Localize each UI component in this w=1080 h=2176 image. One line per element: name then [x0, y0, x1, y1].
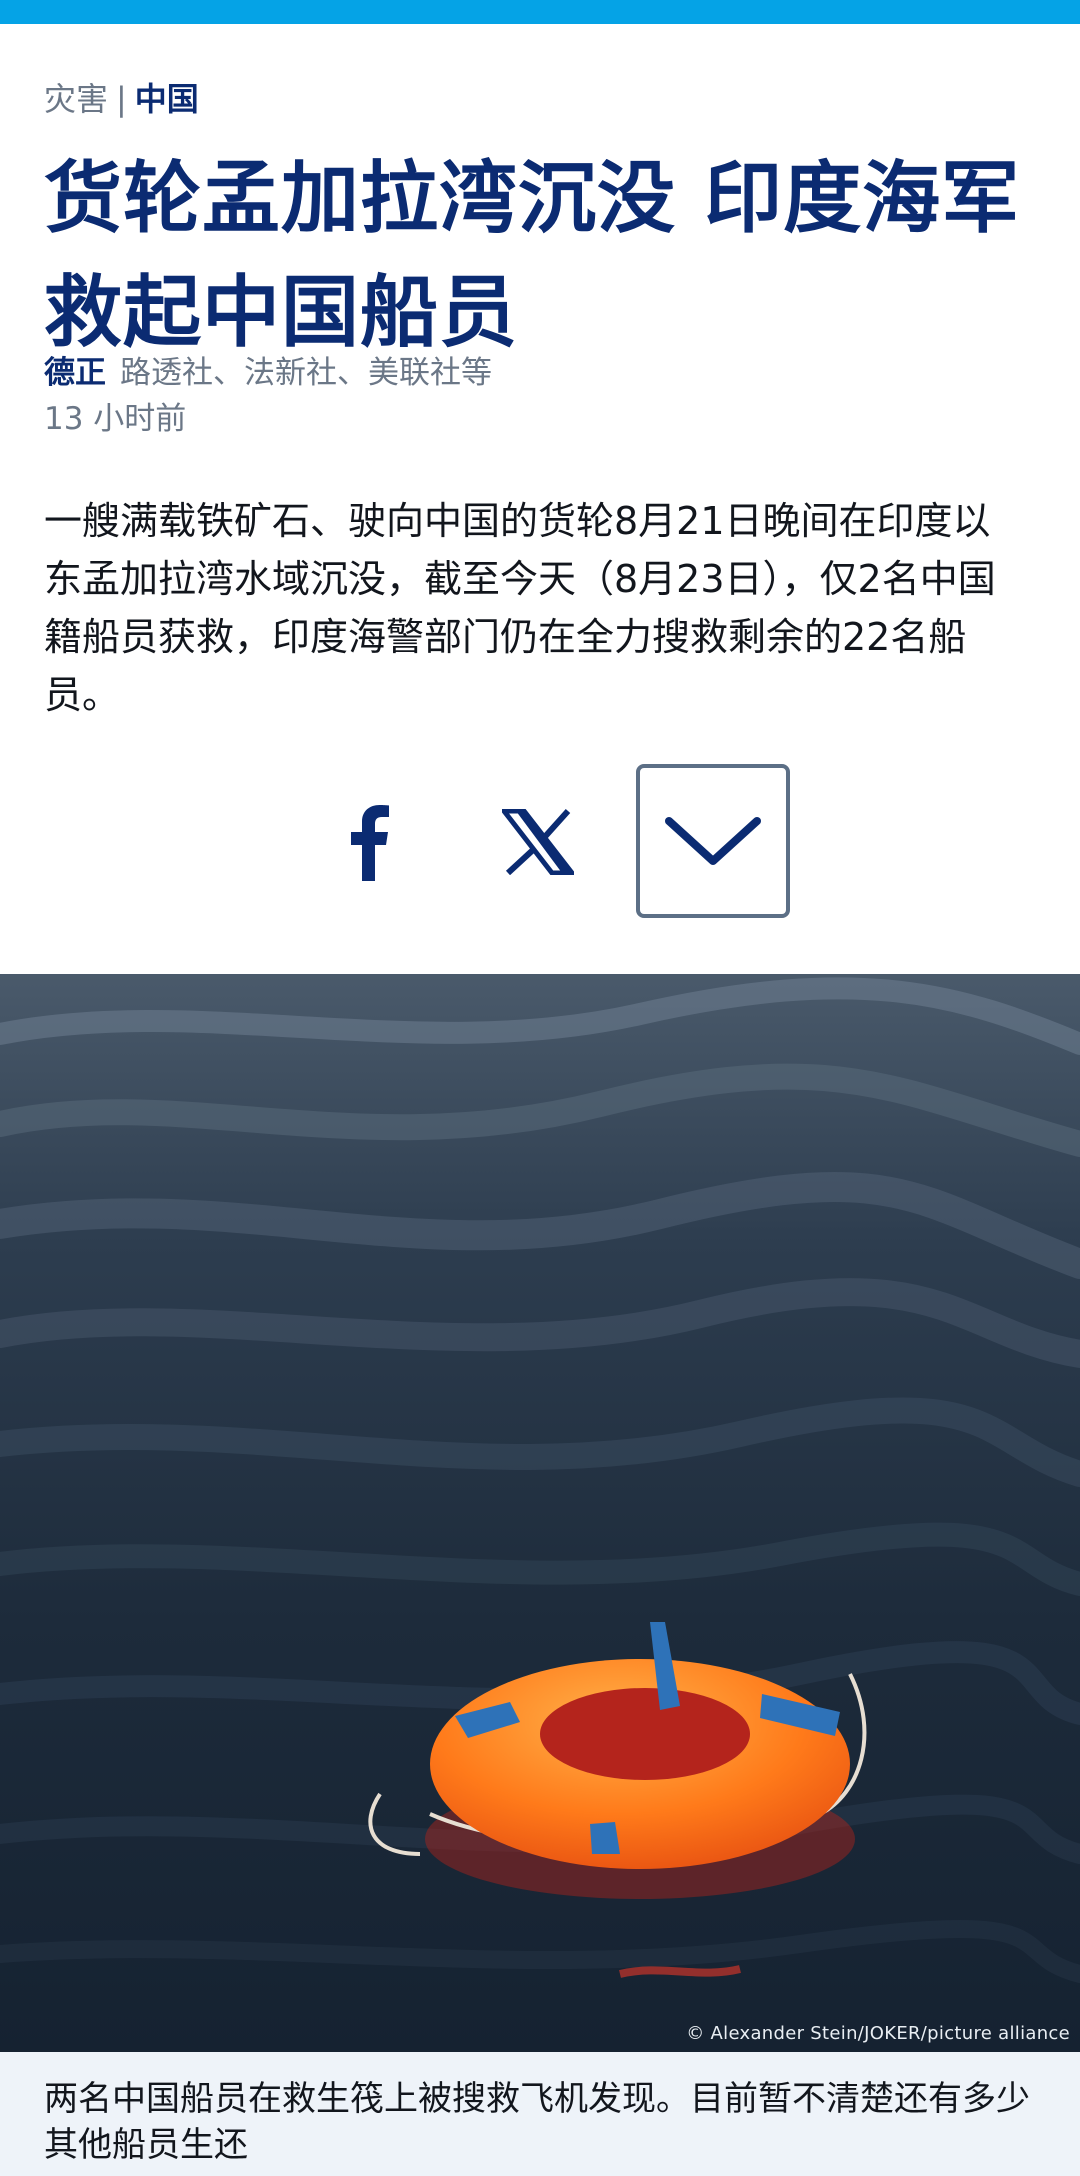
- breadcrumb-category[interactable]: 中国: [135, 80, 199, 118]
- share-x-button[interactable]: [490, 794, 586, 890]
- article-lead: 一艘满载铁矿石、驶向中国的货轮8月21日晚间在印度以东孟加拉湾水域沉没，截至今天…: [44, 499, 996, 717]
- author-name[interactable]: 德正: [44, 355, 106, 391]
- publish-time: 13 小时前: [44, 401, 187, 437]
- photo-credit: © Alexander Stein/JOKER/picture alliance: [686, 2023, 1070, 2044]
- sea-with-life-buoy-image: [0, 974, 1080, 2052]
- share-facebook-button[interactable]: [320, 794, 416, 890]
- photo-caption: 两名中国船员在救生筏上被搜救飞机发现。目前暂不清楚还有多少其他船员生还: [0, 2052, 1080, 2176]
- facebook-icon: [351, 805, 389, 881]
- byline: 德正 路透社、法新社、美联社等: [44, 350, 492, 396]
- share-more-button[interactable]: [636, 764, 790, 918]
- chevron-down-icon: [665, 817, 761, 865]
- breadcrumb: 灾害 | 中国: [44, 74, 199, 124]
- news-sources: 路透社、法新社、美联社等: [120, 355, 492, 391]
- photo-caption-text: 两名中国船员在救生筏上被搜救飞机发现。目前暂不清楚还有多少其他船员生还: [44, 2079, 1030, 2165]
- status-accent-bar: [0, 0, 1080, 24]
- breadcrumb-section[interactable]: 灾害: [44, 80, 108, 118]
- share-bar: [0, 764, 1080, 918]
- breadcrumb-separator: |: [116, 80, 127, 118]
- x-icon: [502, 809, 574, 875]
- hero-photo[interactable]: © Alexander Stein/JOKER/picture alliance: [0, 974, 1080, 2052]
- article-headline: 货轮孟加拉湾沉没 印度海军救起中国船员: [44, 154, 1021, 358]
